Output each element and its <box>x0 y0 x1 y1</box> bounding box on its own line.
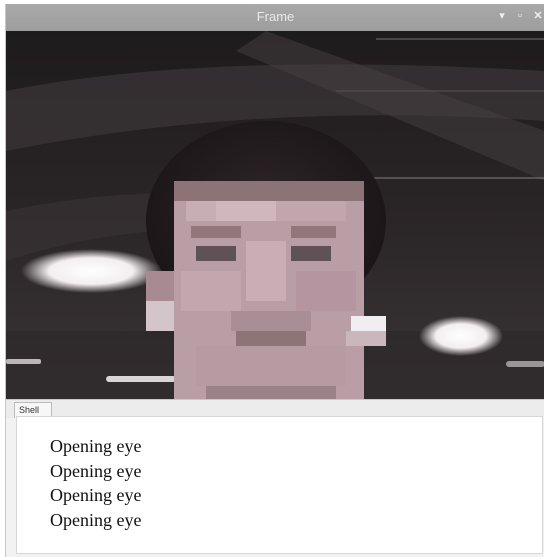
maximize-icon[interactable]: ▫ <box>514 10 526 22</box>
shell-line: Opening eye <box>50 485 142 505</box>
shell-lines: Opening eye Opening eye Opening eye Open… <box>50 434 141 532</box>
pixelated-face <box>146 181 386 401</box>
window-titlebar[interactable]: Frame ▾ ▫ ✕ <box>6 4 544 31</box>
shell-line: Opening eye <box>50 509 142 530</box>
camera-frame <box>6 31 544 403</box>
close-icon[interactable]: ✕ <box>532 10 544 22</box>
window-title: Frame <box>256 9 295 24</box>
shell-line: Opening eye <box>50 436 142 456</box>
minimize-icon[interactable]: ▾ <box>496 10 508 22</box>
shell-line: Opening eye <box>50 460 142 481</box>
shell-output[interactable]: Opening eye Opening eye Opening eye Open… <box>16 416 543 554</box>
camera-image <box>6 31 544 403</box>
app-window: Frame ▾ ▫ ✕ Shell Opening eye Opening ey… <box>5 4 544 557</box>
